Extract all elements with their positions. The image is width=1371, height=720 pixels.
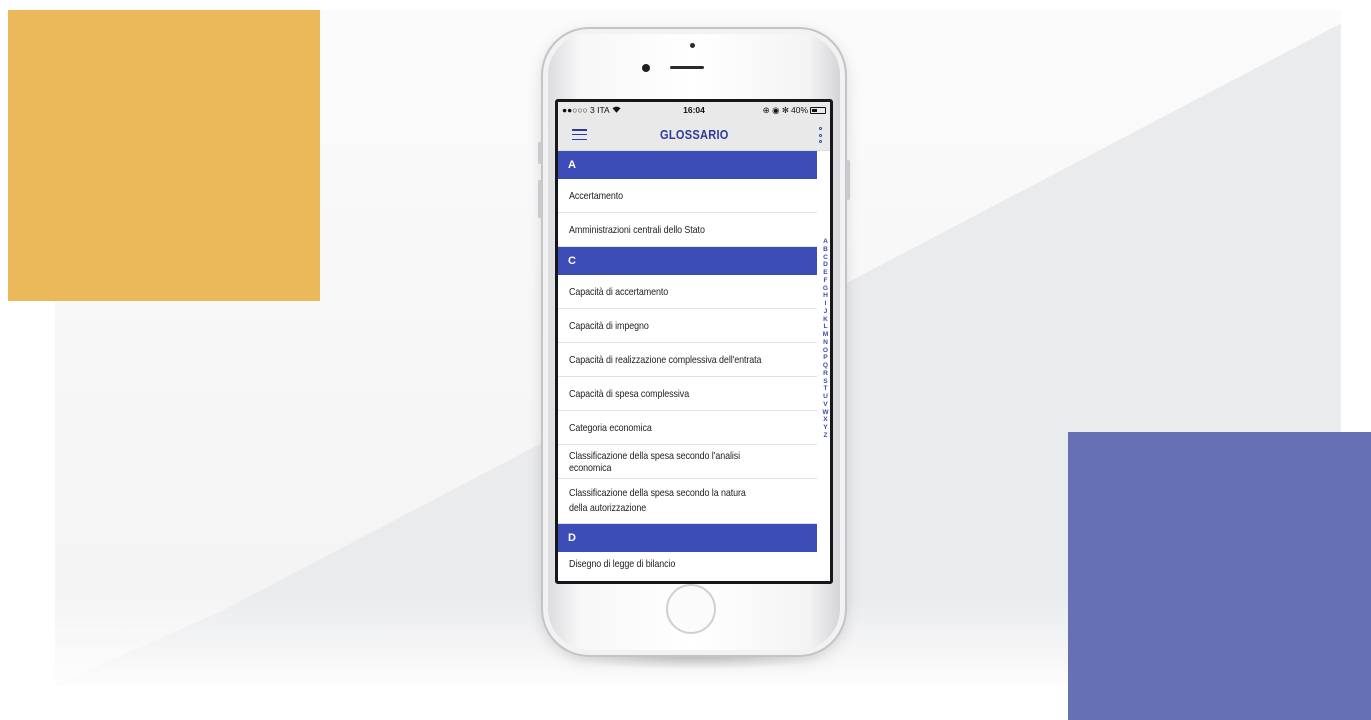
section-header-a: A bbox=[558, 151, 817, 179]
carrier-label: ●●○○○ 3 ITA bbox=[562, 105, 610, 115]
index-letter[interactable]: C bbox=[823, 254, 828, 262]
index-letter[interactable]: F bbox=[823, 277, 827, 285]
index-letter[interactable]: W bbox=[822, 409, 828, 417]
list-item[interactable]: Amministrazioni centrali dello Stato bbox=[558, 213, 817, 247]
index-letter[interactable]: H bbox=[823, 292, 828, 300]
home-button[interactable] bbox=[666, 584, 716, 634]
phone-power-button bbox=[846, 160, 850, 200]
battery-percent: 40% bbox=[790, 105, 808, 115]
battery-icon bbox=[810, 106, 826, 114]
index-letter[interactable]: L bbox=[823, 323, 827, 331]
list-item[interactable]: Capacità di accertamento bbox=[558, 275, 817, 309]
glossary-list: A Accertamento Amministrazioni centrali … bbox=[558, 151, 817, 576]
index-letter[interactable]: K bbox=[823, 316, 828, 324]
index-letter[interactable]: A bbox=[823, 238, 828, 246]
index-letter[interactable]: B bbox=[823, 246, 828, 254]
phone-sensor bbox=[690, 43, 695, 48]
section-header-c: C bbox=[558, 247, 817, 275]
decorative-yellow-square bbox=[8, 10, 320, 301]
index-letter[interactable]: Q bbox=[823, 362, 828, 370]
list-item[interactable]: Disegno di legge di bilancio bbox=[558, 552, 817, 576]
vertical-dots-icon[interactable] bbox=[817, 127, 823, 143]
index-letter[interactable]: D bbox=[823, 261, 828, 269]
hamburger-menu-icon[interactable] bbox=[572, 129, 587, 141]
index-letter[interactable]: Y bbox=[823, 424, 827, 432]
status-indicators-icon: ⊕ ◉ ✻ bbox=[762, 104, 789, 115]
index-letter[interactable]: T bbox=[823, 385, 827, 393]
index-letter[interactable]: I bbox=[825, 300, 827, 308]
index-letter[interactable]: Z bbox=[823, 432, 827, 440]
phone-screen: ●●○○○ 3 ITA 16:04 ⊕ ◉ ✻ 40% GLOSSARIO A … bbox=[555, 99, 833, 584]
front-camera-icon bbox=[642, 64, 650, 72]
index-letter[interactable]: P bbox=[823, 354, 827, 362]
index-letter[interactable]: V bbox=[823, 401, 827, 409]
status-left: ●●○○○ 3 ITA bbox=[562, 105, 621, 115]
list-item[interactable]: Capacità di realizzazione complessiva de… bbox=[558, 343, 817, 377]
alphabet-index[interactable]: A B C D E F G H I J K L M N O P Q R S T … bbox=[821, 238, 830, 440]
section-header-d: D bbox=[558, 524, 817, 552]
list-item[interactable]: Accertamento bbox=[558, 179, 817, 213]
page-title: GLOSSARIO bbox=[659, 126, 729, 142]
index-letter[interactable]: N bbox=[823, 339, 828, 347]
list-item[interactable]: Classificazione della spesa secondo l'an… bbox=[558, 445, 817, 479]
phone-side-button bbox=[538, 142, 542, 164]
phone-speaker bbox=[670, 66, 704, 69]
index-letter[interactable]: U bbox=[823, 393, 828, 401]
index-letter[interactable]: S bbox=[823, 378, 827, 386]
index-letter[interactable]: M bbox=[823, 331, 829, 339]
app-bar: GLOSSARIO bbox=[558, 118, 830, 151]
index-letter[interactable]: R bbox=[823, 370, 828, 378]
index-letter[interactable]: X bbox=[823, 416, 827, 424]
list-item[interactable]: Capacità di spesa complessiva bbox=[558, 377, 817, 411]
index-letter[interactable]: O bbox=[823, 347, 828, 355]
list-item[interactable]: Capacità di impegno bbox=[558, 309, 817, 343]
wifi-icon bbox=[612, 105, 621, 115]
index-letter[interactable]: E bbox=[823, 269, 827, 277]
list-item[interactable]: Classificazione della spesa secondo la n… bbox=[558, 479, 817, 524]
decorative-blue-square bbox=[1068, 432, 1371, 720]
index-letter[interactable]: G bbox=[823, 285, 828, 293]
list-item[interactable]: Categoria economica bbox=[558, 411, 817, 445]
status-bar: ●●○○○ 3 ITA 16:04 ⊕ ◉ ✻ 40% bbox=[558, 102, 830, 118]
index-letter[interactable]: J bbox=[824, 308, 828, 316]
status-right: ⊕ ◉ ✻ 40% bbox=[763, 105, 826, 116]
phone-volume-button bbox=[538, 180, 542, 218]
